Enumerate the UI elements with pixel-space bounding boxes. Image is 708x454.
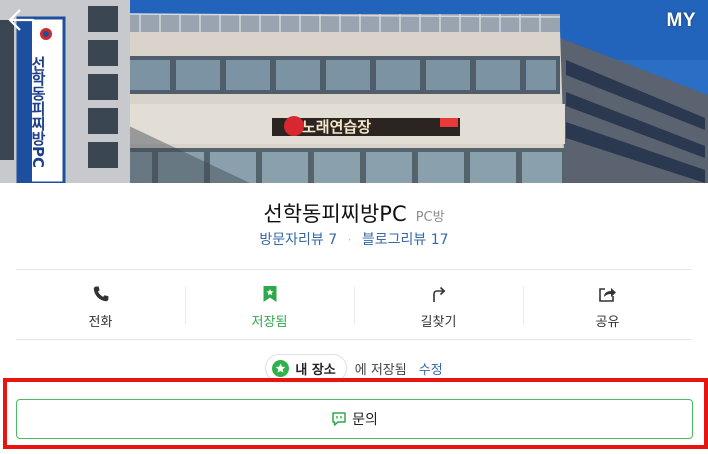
star-icon bbox=[272, 359, 290, 377]
back-arrow-icon bbox=[8, 9, 34, 31]
divider bbox=[16, 269, 692, 270]
place-category: PC방 bbox=[415, 210, 445, 225]
directions-icon bbox=[429, 284, 449, 304]
divider bbox=[16, 339, 692, 340]
phone-icon bbox=[91, 284, 111, 304]
review-separator: · bbox=[347, 233, 352, 247]
call-label: 전화 bbox=[88, 315, 113, 330]
my-button[interactable]: MY bbox=[667, 10, 697, 32]
action-bar: 전화 저장됨 길찾기 공유 bbox=[16, 272, 692, 338]
chat-icon bbox=[331, 411, 347, 427]
directions-button[interactable]: 길찾기 bbox=[354, 272, 523, 338]
edit-link[interactable]: 수정 bbox=[419, 359, 443, 378]
place-name: 선학동피찌방PC bbox=[263, 202, 407, 226]
inquiry-button[interactable]: 문의 bbox=[16, 399, 693, 439]
place-photo[interactable]: 노래연습장 선학동피찌방PC MY bbox=[0, 0, 708, 183]
place-header: 선학동피찌방PC PC방 bbox=[0, 198, 708, 228]
save-button[interactable]: 저장됨 bbox=[185, 272, 354, 338]
back-button[interactable] bbox=[6, 6, 38, 36]
banner-text: 선학동피찌방PC bbox=[29, 56, 47, 168]
share-icon bbox=[598, 284, 618, 304]
saved-text: 에 저장됨 bbox=[354, 362, 407, 378]
save-label: 저장됨 bbox=[251, 315, 288, 330]
review-summary: 방문자리뷰 7 · 블로그리뷰 17 bbox=[0, 229, 708, 249]
share-label: 공유 bbox=[595, 315, 620, 330]
blog-review-link[interactable]: 블로그리뷰 17 bbox=[362, 232, 449, 248]
share-button[interactable]: 공유 bbox=[523, 272, 692, 338]
inquiry-label: 문의 bbox=[352, 412, 378, 428]
visitor-review-link[interactable]: 방문자리뷰 7 bbox=[259, 232, 337, 248]
bookmark-icon bbox=[260, 284, 280, 304]
directions-label: 길찾기 bbox=[420, 315, 457, 330]
sign-text: 노래연습장 bbox=[302, 118, 371, 136]
my-place-label: 내 장소 bbox=[295, 362, 336, 378]
building-photo: 노래연습장 선학동피찌방PC bbox=[0, 0, 708, 183]
call-button[interactable]: 전화 bbox=[16, 272, 185, 338]
